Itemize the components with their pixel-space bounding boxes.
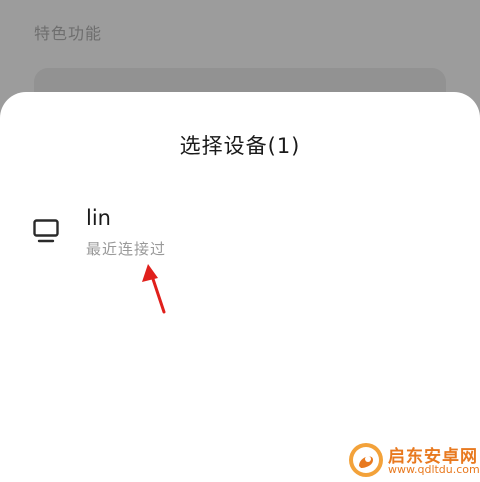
watermark-logo-icon: [349, 443, 383, 477]
watermark-url: www.qdltdu.com: [388, 463, 480, 476]
device-status: 最近连接过: [86, 240, 167, 258]
device-name: lin: [86, 206, 111, 230]
device-row[interactable]: lin 最近连接过: [0, 196, 480, 264]
device-picker-sheet: 选择设备(1) lin 最近连接过: [0, 92, 480, 482]
background-section-title: 特色功能: [34, 24, 103, 43]
monitor-icon: [33, 219, 59, 243]
sheet-title: 选择设备(1): [179, 134, 301, 158]
screen: 特色功能 选择设备(1) lin 最近连接过 启东安卓网 www.qdltdu.…: [0, 0, 480, 482]
watermark: 启东安卓网 www.qdltdu.com: [344, 438, 480, 482]
red-arrow-icon: [142, 264, 166, 314]
